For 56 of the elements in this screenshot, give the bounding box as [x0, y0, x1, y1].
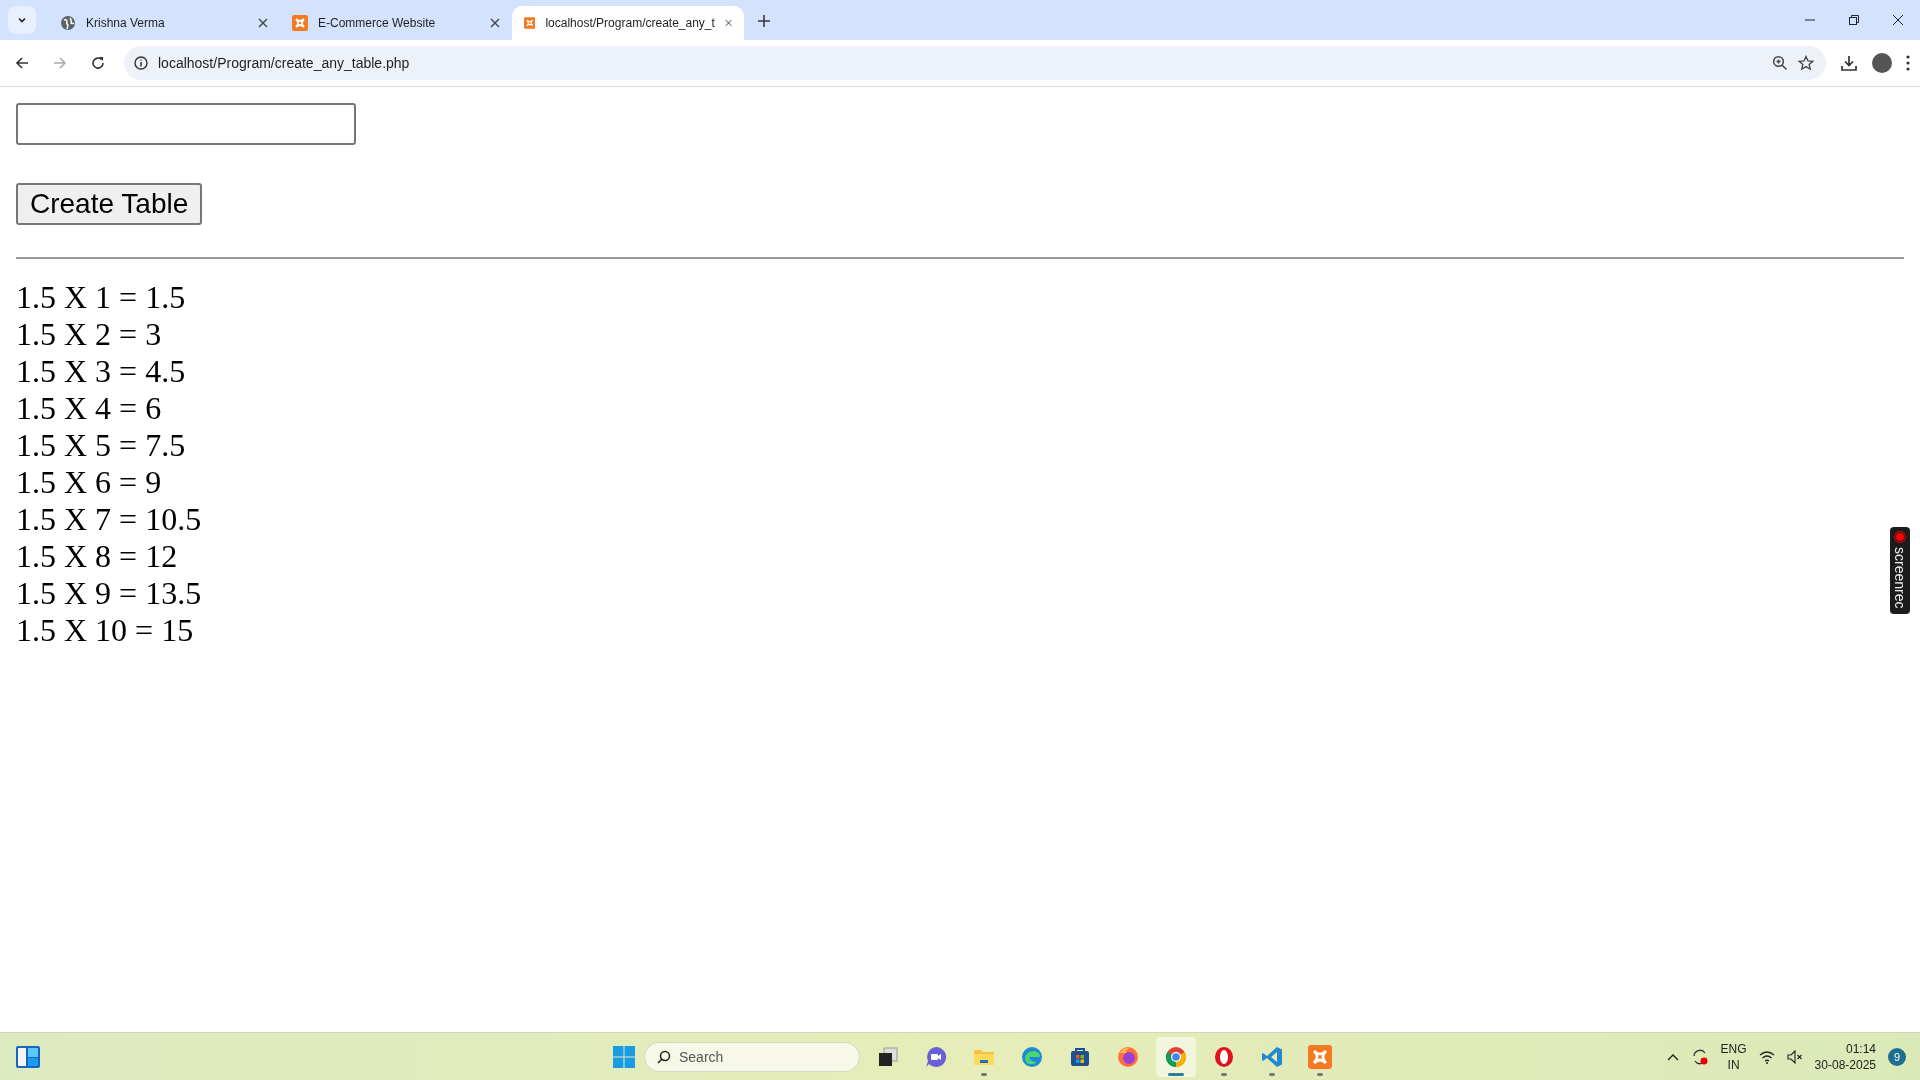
browser-tab[interactable]: Krishna Verma	[48, 6, 280, 40]
sync-icon[interactable]	[1690, 1047, 1709, 1066]
xampp-icon[interactable]	[1308, 1044, 1332, 1069]
search-icon	[657, 1049, 671, 1064]
browser-tab[interactable]: E-Commerce Website	[280, 6, 512, 40]
edge-icon[interactable]	[1020, 1044, 1044, 1069]
table-line: 1.5 X 9 = 13.5	[16, 575, 202, 612]
opera-icon[interactable]	[1212, 1044, 1236, 1069]
record-icon	[1894, 531, 1906, 543]
star-icon[interactable]	[1798, 55, 1814, 71]
widgets-icon[interactable]	[16, 1045, 40, 1068]
more-menu-icon[interactable]	[1906, 55, 1910, 71]
create-table-button[interactable]: Create Table	[16, 183, 203, 225]
notification-badge[interactable]: 9	[1888, 1047, 1906, 1066]
globe-icon	[60, 15, 76, 31]
code-editor-icon[interactable]	[1260, 1044, 1284, 1069]
info-icon[interactable]	[134, 56, 148, 70]
region-text[interactable]: IN	[1727, 1056, 1740, 1073]
table-line: 1.5 X 2 = 3	[16, 316, 162, 353]
recorder-widget[interactable]: screenrec	[1890, 527, 1910, 615]
taskbar-search-field[interactable]: Search	[644, 1041, 860, 1072]
table-line: 1.5 X 7 = 10.5	[16, 501, 202, 538]
table-line: 1.5 X 8 = 12	[16, 538, 178, 575]
table-line: 1.5 X 10 = 15	[16, 612, 194, 649]
zoom-icon[interactable]	[1772, 55, 1788, 71]
xampp-icon	[292, 15, 308, 31]
restore-icon[interactable]	[1849, 15, 1859, 25]
language-text[interactable]: ENG	[1720, 1040, 1747, 1057]
close-icon[interactable]	[490, 18, 500, 28]
plus-icon[interactable]	[758, 15, 770, 27]
chrome-icon[interactable]	[1164, 1044, 1188, 1069]
clock-date[interactable]: 30-08-2025	[1814, 1056, 1876, 1073]
table-line: 1.5 X 6 = 9	[16, 464, 162, 501]
close-icon[interactable]	[1893, 15, 1903, 25]
table-line: 1.5 X 1 = 1.5	[16, 279, 186, 316]
profile-avatar[interactable]	[1872, 53, 1892, 73]
table-line: 1.5 X 3 = 4.5	[16, 353, 186, 390]
windows-start-icon[interactable]	[612, 1044, 636, 1069]
chevron-up-icon[interactable]	[1666, 1052, 1679, 1061]
task-view-icon[interactable]	[876, 1044, 900, 1069]
address-bar[interactable]: localhost/Program/create_any_table.php	[124, 46, 1826, 80]
table-line: 1.5 X 5 = 7.5	[16, 427, 186, 464]
download-icon[interactable]	[1840, 54, 1858, 72]
video-chat-icon[interactable]	[924, 1044, 948, 1069]
table-line: 1.5 X 4 = 6	[16, 390, 162, 427]
reload-icon[interactable]	[90, 55, 106, 71]
clock-time[interactable]: 01:14	[1845, 1040, 1876, 1057]
xampp-icon	[524, 15, 536, 31]
close-icon[interactable]	[258, 18, 268, 28]
url-text: localhost/Program/create_any_table.php	[158, 55, 411, 71]
firefox-icon[interactable]	[1116, 1044, 1140, 1069]
back-arrow-icon[interactable]	[14, 55, 30, 71]
speaker-muted-icon[interactable]	[1786, 1049, 1803, 1064]
wifi-icon[interactable]	[1758, 1049, 1775, 1064]
input-field[interactable]	[16, 103, 356, 145]
browser-tab[interactable]: localhost/Program/create_any_t	[512, 6, 744, 40]
